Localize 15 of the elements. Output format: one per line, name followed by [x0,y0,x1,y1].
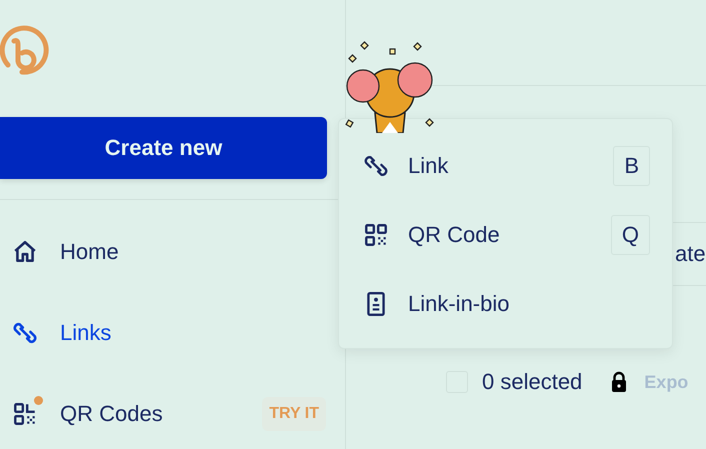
nav-link[interactable]: Home [60,238,326,264]
shortcut-key: B [613,146,650,186]
logo-icon [0,25,50,75]
qr-code-icon [363,222,389,248]
menu-item[interactable]: Link B [363,131,650,200]
nav-link[interactable]: QR Codes [60,400,262,426]
home-icon [12,238,38,264]
qr-code-icon [12,400,38,426]
menu-item[interactable]: QR Code Q [363,200,650,269]
try-it-badge: TRY IT [262,396,326,430]
nav-link[interactable]: Links [60,320,326,346]
menu-item[interactable]: Link-in-bio [363,269,650,338]
selected-count: 0 selected [482,369,582,395]
shortcut-key: Q [610,214,650,254]
create-new-button[interactable]: Create new [0,117,327,179]
